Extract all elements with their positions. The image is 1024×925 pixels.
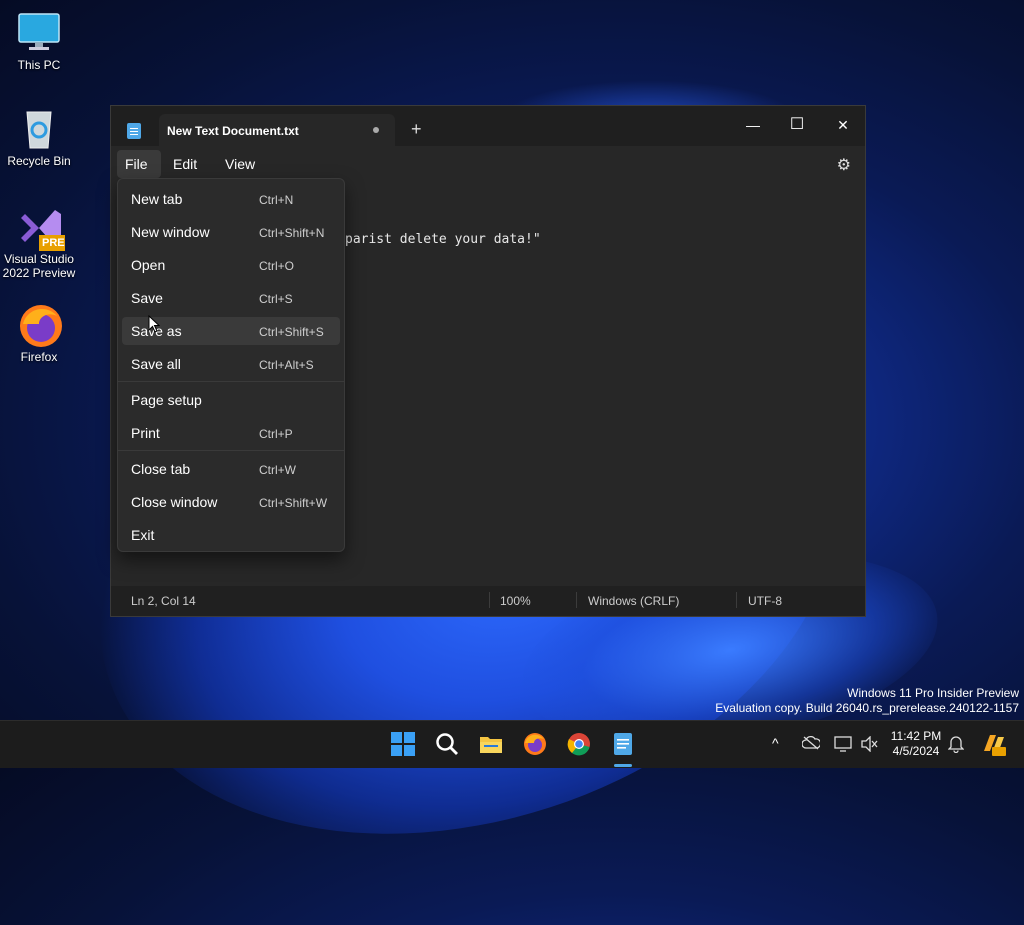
pre-badge: PRE [42,237,65,249]
file-explorer-icon[interactable] [478,731,504,757]
menu-item-new-tab[interactable]: New tab Ctrl+N [122,185,340,213]
copilot-icon[interactable] [980,731,1006,762]
status-divider [736,592,737,608]
menu-item-shortcut: Ctrl+Shift+W [259,496,328,510]
menu-item-shortcut: Ctrl+Shift+S [259,325,324,339]
menu-item-shortcut: Ctrl+W [259,463,296,477]
evaluation-watermark: Windows 11 Pro Insider Preview Evaluatio… [715,686,1019,716]
menu-file[interactable]: File [125,156,148,172]
menu-item-label: Close tab [131,461,191,477]
volume-muted-icon[interactable] [860,735,878,757]
status-bar: Ln 2, Col 14 100% Windows (CRLF) UTF-8 [111,586,865,616]
menu-item-print[interactable]: Print Ctrl+P [122,419,340,447]
menu-item-label: Page setup [131,392,202,408]
desktop-icon-label: This PC [17,58,61,72]
watermark-line1: Windows 11 Pro Insider Preview [847,686,1019,700]
clock-date: 4/5/2024 [892,744,940,758]
desktop-icon-label-line1: Visual Studio [4,252,74,266]
desktop-icon-this-pc[interactable]: This PC [1,10,77,72]
menu-edit[interactable]: Edit [173,156,197,172]
menu-item-label: Save [131,290,163,306]
tab-title: New Text Document.txt [167,124,299,138]
onedrive-icon[interactable] [801,735,822,755]
menu-item-label: New window [131,224,210,240]
recycle-bin-icon [17,106,61,150]
visual-studio-icon: PRE [17,204,65,251]
new-tab-button[interactable]: + [411,120,422,138]
menu-item-page-setup[interactable]: Page setup [122,386,340,414]
notepad-icon[interactable] [610,731,636,757]
desktop-icon-firefox[interactable]: Firefox [1,302,77,364]
tray-chevron-icon[interactable]: ^ [772,735,779,751]
menu-item-open[interactable]: Open Ctrl+O [122,251,340,279]
close-button[interactable]: ✕ [823,112,863,138]
line-ending[interactable]: Windows (CRLF) [588,594,679,608]
encoding[interactable]: UTF-8 [748,594,782,608]
menu-item-save-all[interactable]: Save all Ctrl+Alt+S [122,350,340,378]
desktop-icon-label-line2: 2022 Preview [2,266,76,280]
menu-item-label: Open [131,257,166,273]
taskbar: ^ 11:42 PM 4/5/2024 [0,720,1024,768]
firefox-icon [17,302,62,347]
search-icon[interactable] [434,731,460,757]
menu-item-new-window[interactable]: New window Ctrl+Shift+N [122,218,340,246]
chrome-icon[interactable] [566,731,592,757]
menu-item-close-window[interactable]: Close window Ctrl+Shift+W [122,488,340,516]
menu-item-shortcut: Ctrl+N [259,193,294,207]
menu-item-close-tab[interactable]: Close tab Ctrl+W [122,455,340,483]
notification-bell-icon[interactable] [947,735,965,758]
clock-time: 11:42 PM [890,729,942,743]
watermark-line2: Evaluation copy. Build 26040.rs_prerelea… [715,701,1019,715]
menu-view[interactable]: View [225,156,255,172]
status-divider [489,592,490,608]
desktop-icon-recycle-bin[interactable]: Recycle Bin [1,106,77,168]
tab-document[interactable]: New Text Document.txt [159,114,395,146]
desktop-icon-visual-studio[interactable]: PRE Visual Studio 2022 Preview [1,204,77,280]
active-app-indicator [614,764,632,767]
start-icon[interactable] [390,731,416,757]
desktop-icon-label: Recycle Bin [7,154,71,168]
title-bar[interactable]: New Text Document.txt + — ☐ ✕ [111,106,865,146]
menu-item-shortcut: Ctrl+S [259,292,293,306]
menu-bar: File Edit View ⚙ [111,146,865,182]
file-menu-dropdown: New tab Ctrl+N New window Ctrl+Shift+N Ope… [117,178,345,552]
maximize-button[interactable]: ☐ [777,112,817,138]
menu-item-shortcut: Ctrl+O [259,259,295,273]
menu-item-label: Exit [131,527,155,543]
status-divider [576,592,577,608]
menu-item-label: Save all [131,356,181,372]
unsaved-dot-icon[interactable] [373,127,379,133]
menu-item-shortcut: Ctrl+P [259,427,293,441]
zoom-level[interactable]: 100% [500,594,531,608]
menu-item-label: Close window [131,494,218,510]
editor-text-line: parist delete your data!" [345,232,541,247]
clock[interactable]: 11:42 PM 4/5/2024 [884,729,948,759]
minimize-button[interactable]: — [733,112,773,138]
gear-icon[interactable]: ⚙ [837,155,851,175]
menu-separator [118,450,344,451]
menu-item-exit[interactable]: Exit [122,521,340,549]
monitor-icon [17,10,61,54]
menu-item-shortcut: Ctrl+Shift+N [259,226,325,240]
network-icon[interactable] [834,736,852,757]
menu-item-label: New tab [131,191,183,207]
menu-separator [118,381,344,382]
desktop-icon-label: Firefox [20,350,58,364]
mouse-pointer-icon [148,315,160,333]
notepad-icon [127,123,141,139]
firefox-icon[interactable] [522,731,548,757]
menu-item-save[interactable]: Save Ctrl+S [122,284,340,312]
cursor-position: Ln 2, Col 14 [131,594,196,608]
menu-item-label: Print [131,425,160,441]
menu-item-shortcut: Ctrl+Alt+S [259,358,314,372]
